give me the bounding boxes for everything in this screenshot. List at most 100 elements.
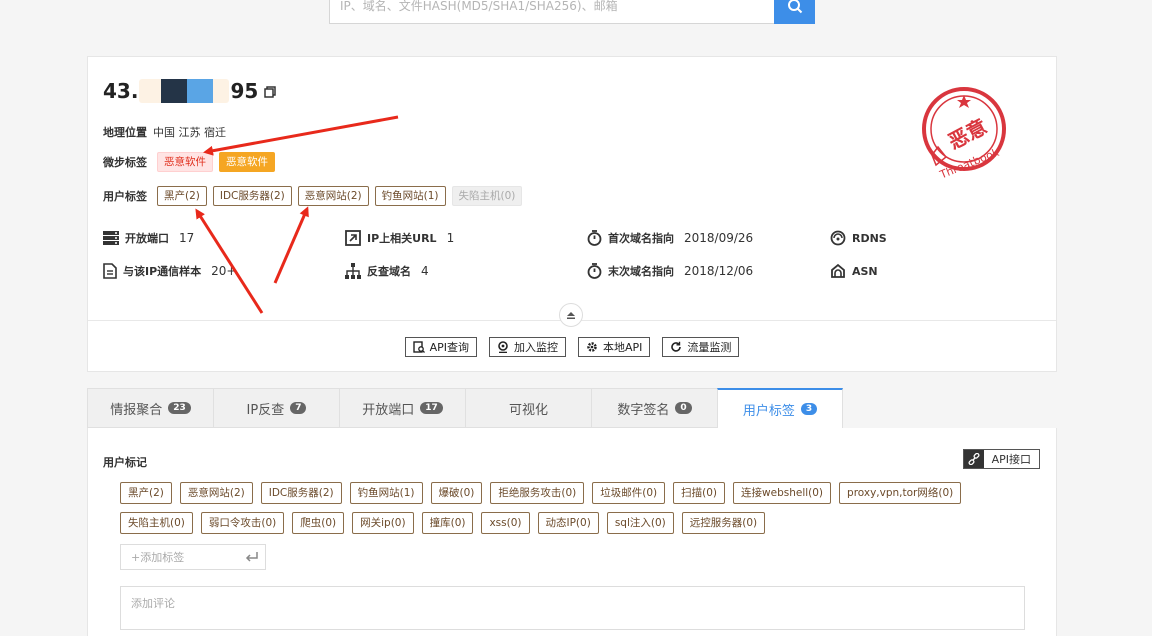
user-tags-panel: 用户标记 API接口 黑产(2) 恶意网站(2) IDC服务器(2) 钓鱼网站(1) 爆… bbox=[87, 428, 1057, 636]
collapse-button[interactable] bbox=[559, 303, 583, 327]
action-bar: API查询 加入监控 本地API 流量监测 bbox=[88, 337, 1056, 357]
api-interface-button[interactable]: API接口 bbox=[962, 449, 1040, 469]
stat-samples[interactable]: 与该IP通信样本 20+ bbox=[103, 263, 236, 279]
panel-user-tag[interactable]: IDC服务器(2) bbox=[260, 482, 342, 504]
user-tag[interactable]: 钓鱼网站(1) bbox=[374, 186, 446, 206]
panel-title: 用户标记 bbox=[103, 456, 147, 469]
stat-label: ASN bbox=[852, 264, 878, 278]
user-tag[interactable]: 失陷主机(0) bbox=[451, 186, 523, 206]
panel-user-tag[interactable]: 动态IP(0) bbox=[537, 512, 599, 534]
enter-icon[interactable] bbox=[245, 551, 259, 563]
document-icon bbox=[103, 263, 117, 279]
webcam-icon bbox=[498, 341, 508, 353]
weibu-tag-malware-red[interactable]: 恶意软件 bbox=[157, 152, 213, 172]
tab-intel[interactable]: 情报聚合 23 bbox=[87, 388, 213, 428]
ip-info-card: 43. 95 地理位置 中国 江苏 宿迁 微步标签 恶意软件 恶意软件 用户标签 … bbox=[87, 56, 1057, 372]
add-tag-input[interactable]: +添加标签 bbox=[120, 544, 266, 570]
panel-user-tag[interactable]: 远控服务器(0) bbox=[681, 512, 766, 534]
copy-icon[interactable] bbox=[264, 79, 277, 103]
panel-user-tag[interactable]: proxy,vpn,tor网络(0) bbox=[839, 482, 962, 504]
local-api-label: 本地API bbox=[603, 341, 643, 354]
geo-value: 中国 江苏 宿迁 bbox=[153, 126, 226, 139]
weibu-tags-label: 微步标签 bbox=[103, 156, 147, 169]
panel-user-tag[interactable]: 网关ip(0) bbox=[352, 512, 414, 534]
user-tag[interactable]: IDC服务器(2) bbox=[212, 186, 292, 206]
weibu-tag-malware-orange[interactable]: 恶意软件 bbox=[219, 152, 275, 172]
user-tags-row: 用户标签 黑产(2) IDC服务器(2) 恶意网站(2) 钓鱼网站(1) 失陷主… bbox=[103, 186, 523, 206]
panel-user-tag[interactable]: 恶意网站(2) bbox=[179, 482, 253, 504]
panel-user-tag[interactable]: 撞库(0) bbox=[421, 512, 474, 534]
search-input[interactable] bbox=[329, 0, 774, 24]
panel-user-tag[interactable]: 垃圾邮件(0) bbox=[592, 482, 666, 504]
user-tag[interactable]: 黑产(2) bbox=[157, 186, 207, 206]
ip-suffix: 95 bbox=[230, 79, 259, 103]
add-monitor-label: 加入监控 bbox=[514, 341, 558, 354]
tab-label: 可视化 bbox=[508, 402, 548, 418]
stat-value: 20+ bbox=[211, 264, 237, 278]
stat-first-resolve: 首次域名指向 2018/09/26 bbox=[587, 230, 753, 246]
panel-user-tag[interactable]: 爬虫(0) bbox=[292, 512, 345, 534]
panel-user-tag[interactable]: 失陷主机(0) bbox=[120, 512, 193, 534]
tab-digital-signature[interactable]: 数字签名 0 bbox=[591, 388, 717, 428]
stat-value: 2018/12/06 bbox=[684, 264, 754, 278]
ip-redacted-mask bbox=[139, 79, 230, 103]
stat-open-ports[interactable]: 开放端口 17 bbox=[103, 230, 194, 246]
tab-label: 用户标签 bbox=[742, 403, 795, 419]
traffic-monitor-label: 流量监测 bbox=[687, 341, 732, 354]
tab-badge: 7 bbox=[290, 402, 307, 414]
panel-user-tag[interactable]: 爆破(0) bbox=[430, 482, 483, 504]
user-tag-list: 黑产(2) 恶意网站(2) IDC服务器(2) 钓鱼网站(1) 爆破(0) 拒绝服务攻击(… bbox=[120, 482, 1020, 534]
stat-related-url[interactable]: IP上相关URL 1 bbox=[345, 230, 454, 246]
geo-location: 地理位置 中国 江苏 宿迁 bbox=[103, 124, 226, 140]
rdns-icon bbox=[830, 230, 846, 246]
panel-user-tag[interactable]: sql注入(0) bbox=[606, 512, 674, 534]
search-button[interactable] bbox=[774, 0, 815, 24]
tab-user-tags[interactable]: 用户标签 3 bbox=[717, 388, 843, 429]
traffic-monitor-button[interactable]: 流量监测 bbox=[662, 337, 740, 357]
panel-user-tag[interactable]: 弱口令攻击(0) bbox=[200, 512, 285, 534]
search-bar bbox=[329, 0, 815, 24]
ip-address: 43. 95 bbox=[103, 79, 277, 103]
stat-asn[interactable]: ASN bbox=[830, 263, 878, 279]
api-query-button[interactable]: API查询 bbox=[404, 337, 477, 357]
tab-badge: 0 bbox=[675, 402, 692, 414]
api-query-label: API查询 bbox=[429, 341, 469, 354]
api-interface-label: API接口 bbox=[991, 453, 1031, 466]
tab-ip-reverse[interactable]: IP反查 7 bbox=[213, 388, 339, 428]
weibu-tags-row: 微步标签 恶意软件 恶意软件 bbox=[103, 152, 275, 172]
refresh-icon bbox=[671, 341, 682, 352]
comment-placeholder: 添加评论 bbox=[131, 597, 175, 610]
timer-icon bbox=[587, 263, 602, 279]
panel-user-tag[interactable]: 钓鱼网站(1) bbox=[349, 482, 423, 504]
link-icon-box bbox=[963, 450, 984, 468]
stat-label: 开放端口 bbox=[125, 232, 169, 245]
add-monitor-button[interactable]: 加入监控 bbox=[489, 337, 566, 357]
detail-tabs: 情报聚合 23 IP反查 7 开放端口 17 可视化 数字签名 0 用户标签 3 bbox=[87, 388, 843, 429]
panel-user-tag[interactable]: xss(0) bbox=[481, 512, 530, 534]
tab-visualization[interactable]: 可视化 bbox=[465, 388, 591, 428]
stat-label: RDNS bbox=[852, 231, 887, 245]
chain-link-icon bbox=[968, 453, 980, 465]
timer-icon bbox=[587, 230, 602, 246]
panel-user-tag[interactable]: 扫描(0) bbox=[673, 482, 726, 504]
stat-label: 与该IP通信样本 bbox=[123, 265, 202, 278]
stat-label: 末次域名指向 bbox=[608, 265, 674, 278]
tab-badge: 23 bbox=[168, 402, 191, 414]
panel-user-tag[interactable]: 黑产(2) bbox=[120, 482, 172, 504]
user-tag[interactable]: 恶意网站(2) bbox=[297, 186, 369, 206]
panel-user-tag[interactable]: 连接webshell(0) bbox=[733, 482, 832, 504]
stat-reverse-domain[interactable]: 反查域名 4 bbox=[345, 263, 429, 279]
sitemap-icon bbox=[345, 263, 361, 279]
stat-value: 4 bbox=[421, 264, 429, 278]
tab-label: IP反查 bbox=[246, 402, 285, 418]
stamp-text: 恶意 bbox=[944, 114, 991, 154]
panel-user-tag[interactable]: 拒绝服务攻击(0) bbox=[490, 482, 585, 504]
tab-label: 数字签名 bbox=[617, 402, 670, 418]
link-icon bbox=[345, 230, 361, 246]
tab-open-ports[interactable]: 开放端口 17 bbox=[339, 388, 465, 428]
comment-textarea[interactable]: 添加评论 bbox=[120, 586, 1025, 630]
eject-icon bbox=[567, 312, 575, 319]
tab-badge: 3 bbox=[800, 403, 818, 415]
local-api-button[interactable]: 本地API bbox=[578, 337, 651, 357]
stat-rdns[interactable]: RDNS bbox=[830, 230, 887, 246]
